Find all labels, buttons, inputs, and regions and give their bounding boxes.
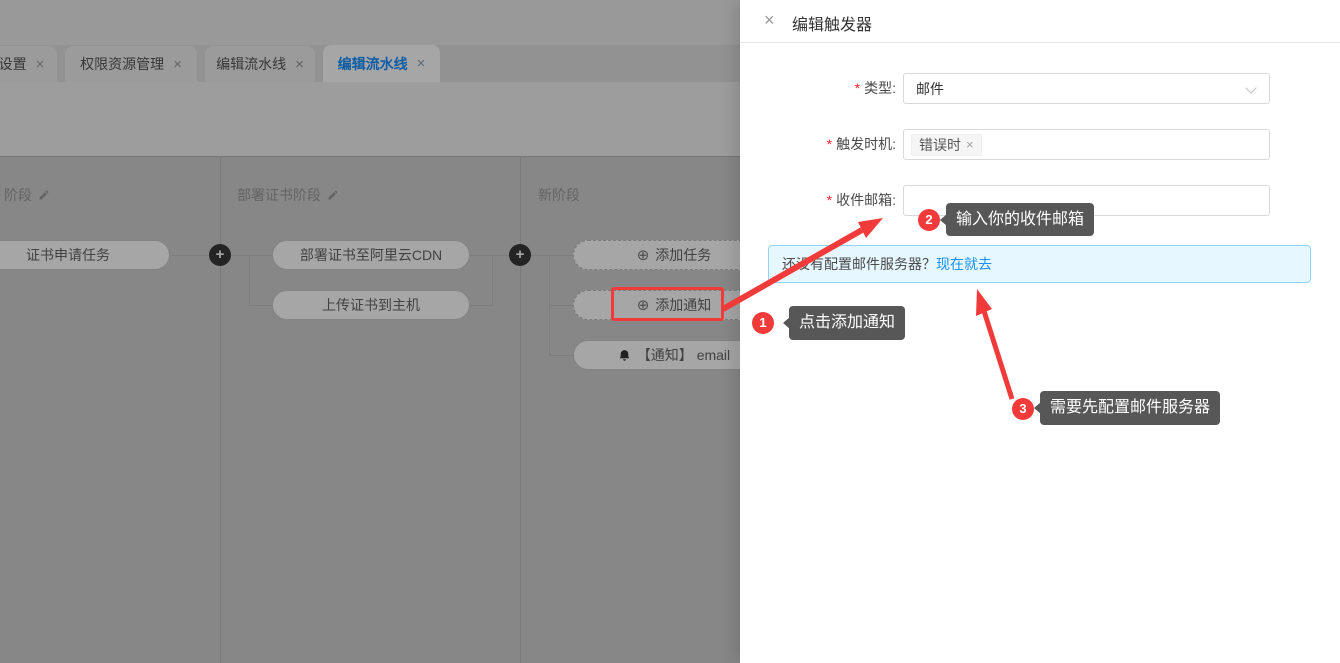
- drawer-header: × 编辑触发器: [740, 0, 1340, 43]
- mail-server-alert: 还没有配置邮件服务器？现在就去: [768, 245, 1311, 283]
- step-3-tooltip: 需要先配置邮件服务器: [1040, 391, 1220, 425]
- step-2-tooltip: 输入你的收件邮箱: [946, 203, 1094, 236]
- step-1-tooltip: 点击添加通知: [789, 306, 905, 340]
- timing-multiselect[interactable]: 错误时 ×: [903, 129, 1270, 160]
- drawer-title: 编辑触发器: [792, 11, 872, 35]
- step-3-badge: 3: [1012, 398, 1034, 420]
- timing-tag[interactable]: 错误时 ×: [911, 134, 982, 156]
- type-select[interactable]: 邮件: [903, 73, 1270, 104]
- type-select-value: 邮件: [904, 79, 944, 99]
- configure-now-link[interactable]: 现在就去: [936, 256, 992, 272]
- pipeline-editor-page: 设置 × 权限资源管理 × 编辑流水线 × 编辑流水线 × 阶段 部署证书阶段 …: [0, 0, 1340, 663]
- drawer-mask[interactable]: [0, 0, 740, 663]
- step-1-badge: 1: [752, 312, 774, 334]
- alert-text: 还没有配置邮件服务器？: [782, 256, 936, 272]
- type-field-label: *类型:: [756, 73, 896, 104]
- tag-close-icon[interactable]: ×: [966, 137, 974, 152]
- required-asterisk: *: [827, 192, 832, 208]
- required-asterisk: *: [855, 80, 860, 96]
- step-2-badge: 2: [918, 209, 940, 231]
- required-asterisk: *: [827, 136, 832, 152]
- tag-label: 错误时: [919, 135, 961, 155]
- drawer-close-icon[interactable]: ×: [764, 10, 775, 31]
- email-field-label: *收件邮箱:: [756, 185, 896, 216]
- timing-field-label: *触发时机:: [756, 129, 896, 160]
- chevron-down-icon: [1245, 82, 1256, 93]
